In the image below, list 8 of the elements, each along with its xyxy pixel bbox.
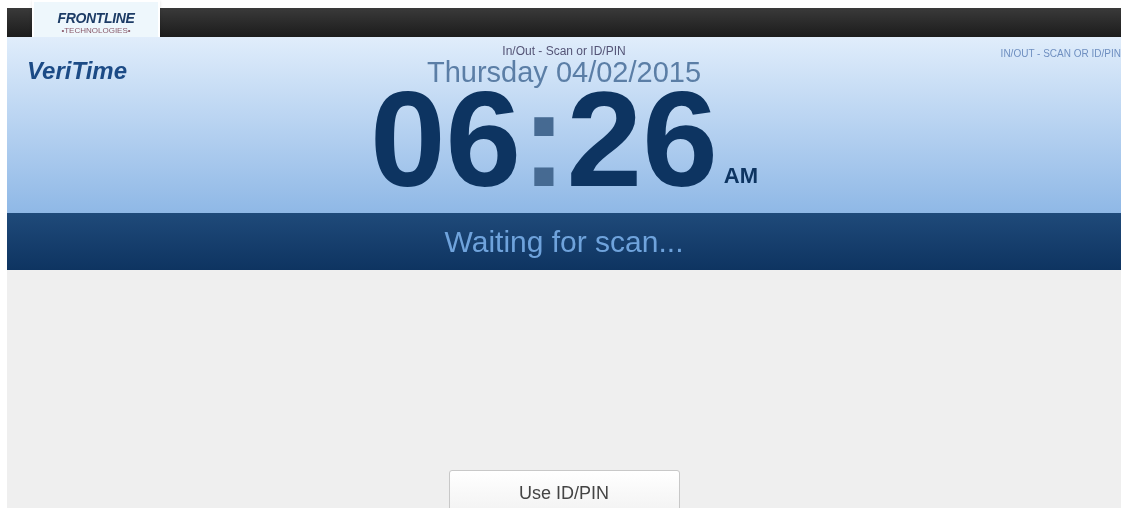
mode-label: IN/OUT - SCAN OR ID/PIN (1000, 47, 1121, 61)
company-name: FRONTLINE (57, 10, 135, 25)
mode-title: In/Out - Scan or ID/PIN (502, 45, 626, 57)
product-logo: VeriTime (27, 59, 128, 83)
time-meridiem: AM (723, 165, 759, 187)
id-pin-button[interactable]: Use ID/PIN (448, 470, 680, 508)
status-text: Waiting for scan... (444, 224, 684, 260)
company-tagline: •TECHNOLOGIES• (61, 26, 131, 35)
